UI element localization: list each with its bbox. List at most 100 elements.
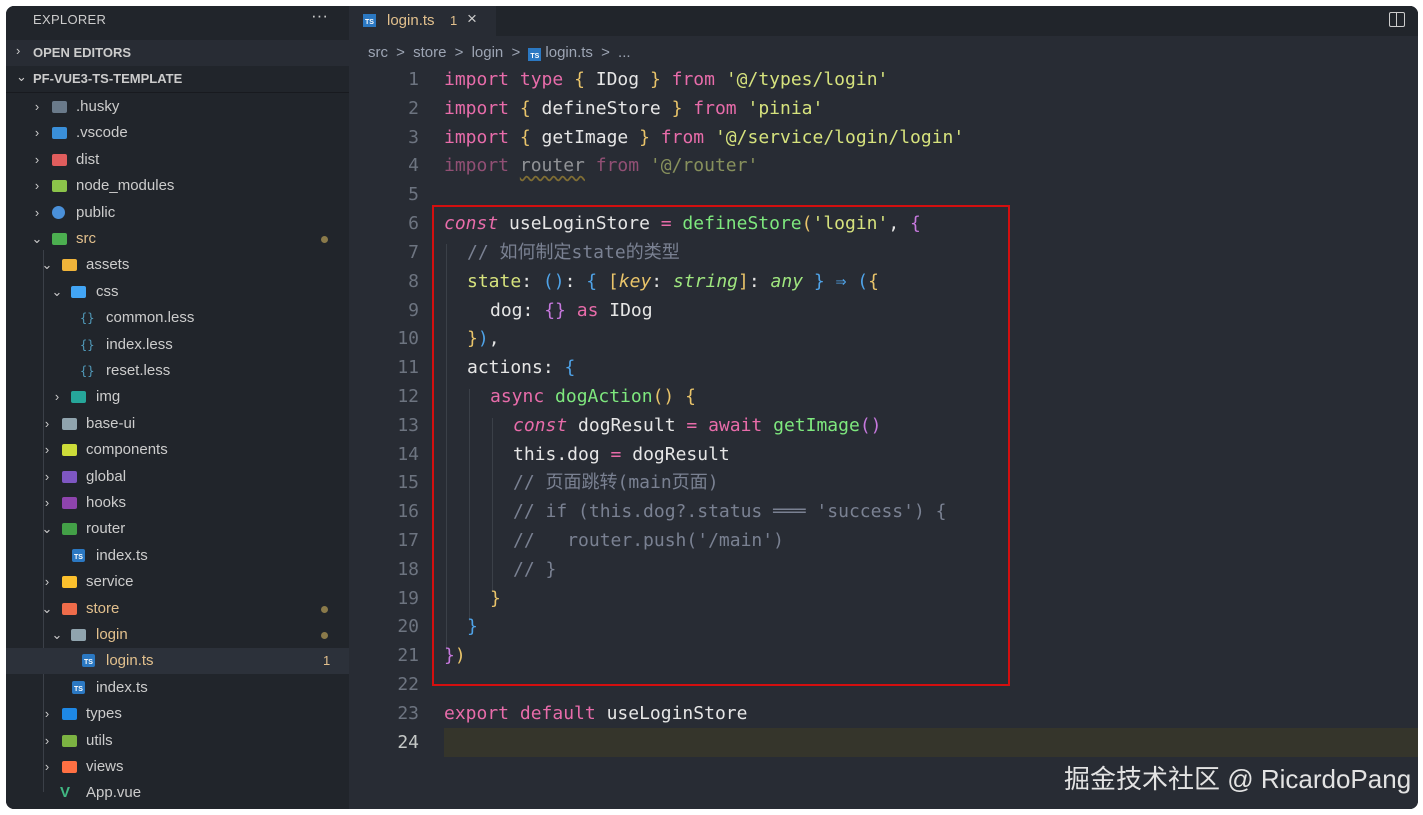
project-section[interactable]: ⌄ PF-VUE3-TS-TEMPLATE — [6, 66, 349, 93]
braces-icon: {} — [80, 311, 95, 325]
breadcrumb-separator: > — [601, 44, 610, 61]
tree-item-label: utils — [86, 732, 113, 749]
chevron-right-icon: › — [34, 99, 40, 114]
tree-item-app-vue[interactable]: V App.vue — [6, 780, 349, 806]
tree-item-assets[interactable]: ⌄ assets — [6, 252, 349, 278]
tree-item-label: .husky — [76, 98, 120, 115]
tree-item-login-folder[interactable]: ⌄ login — [6, 622, 349, 648]
line-number: 17 — [397, 530, 419, 551]
token: router — [519, 155, 585, 176]
token: import — [444, 155, 520, 176]
line-number: 19 — [397, 588, 419, 609]
explorer-title: EXPLORER — [33, 12, 107, 27]
tree-item-src[interactable]: ⌄ src — [6, 226, 349, 252]
tree-item-base-ui[interactable]: › base-ui — [6, 411, 349, 437]
folder-types-icon — [62, 708, 77, 720]
open-editors-label: OPEN EDITORS — [33, 45, 132, 60]
breadcrumb-item[interactable]: store — [413, 44, 446, 61]
token: useLoginStore — [595, 703, 748, 724]
tree-item-utils[interactable]: › utils — [6, 728, 349, 754]
tree-item-store-index-ts[interactable]: TS index.ts — [6, 675, 349, 701]
tree-item-hooks[interactable]: › hooks — [6, 490, 349, 516]
tab-login-ts[interactable]: TS login.ts 1 × — [349, 6, 496, 36]
folder-src-icon — [52, 233, 67, 245]
breadcrumb-item[interactable]: login.ts — [545, 44, 593, 61]
code-line[interactable]: import { getImage } from '@/service/logi… — [444, 123, 964, 152]
token: } — [671, 98, 683, 119]
line-number: 9 — [408, 300, 419, 321]
token: IDog — [584, 69, 650, 90]
code-line[interactable]: import router from '@/router' — [444, 151, 758, 180]
code-line[interactable]: export default useLoginStore — [444, 699, 747, 728]
tree-item-label: css — [96, 283, 119, 300]
tree-item-label: index.less — [106, 336, 173, 353]
tree-item-index-less[interactable]: {} index.less — [6, 332, 349, 358]
line-number: 3 — [408, 127, 419, 148]
split-editor-icon[interactable] — [1389, 12, 1405, 27]
tree-item-common-less[interactable]: {} common.less — [6, 305, 349, 331]
open-editors-section[interactable]: › OPEN EDITORS — [6, 40, 349, 66]
code-line[interactable]: import type { IDog } from '@/types/login… — [444, 65, 888, 94]
token: getImage — [530, 127, 640, 148]
folder-css-icon — [71, 286, 86, 298]
breadcrumb: src > store > login > TS login.ts > ... — [368, 44, 635, 61]
tree-item-vscode[interactable]: › .vscode — [6, 120, 349, 146]
tree-item-label: index.ts — [96, 547, 148, 564]
token: { — [509, 127, 531, 148]
line-number: 4 — [408, 155, 419, 176]
chevron-right-icon: › — [44, 495, 50, 510]
tree-item-types[interactable]: › types — [6, 701, 349, 727]
breadcrumb-item[interactable]: src — [368, 44, 388, 61]
tree-item-views[interactable]: › views — [6, 754, 349, 780]
line-number: 14 — [397, 444, 419, 465]
token: import — [444, 127, 510, 148]
tree-item-router-index-ts[interactable]: TS index.ts — [6, 543, 349, 569]
tree-item-img[interactable]: › img — [6, 384, 349, 410]
tree-item-public[interactable]: › public — [6, 200, 349, 226]
typescript-file-icon: TS — [363, 14, 376, 27]
tree-item-components[interactable]: › components — [6, 437, 349, 463]
folder-hooks-icon — [62, 497, 77, 509]
tree-item-husky[interactable]: › .husky — [6, 94, 349, 120]
tree-item-global[interactable]: › global — [6, 464, 349, 490]
token: import — [444, 69, 510, 90]
close-icon[interactable]: × — [467, 9, 477, 29]
more-actions-icon[interactable]: ··· — [311, 6, 328, 26]
line-number: 15 — [397, 472, 419, 493]
tree-item-service[interactable]: › service — [6, 569, 349, 595]
chevron-right-icon: › — [44, 574, 50, 589]
token: from — [649, 127, 715, 148]
chevron-down-icon: ⌄ — [16, 69, 27, 84]
token: default — [509, 703, 596, 724]
breadcrumb-item[interactable]: login — [472, 44, 504, 61]
tree-item-dist[interactable]: › dist — [6, 147, 349, 173]
tree-item-node-modules[interactable]: › node_modules — [6, 173, 349, 199]
tree-item-label: views — [86, 758, 124, 775]
folder-node-icon — [52, 180, 67, 192]
typescript-file-icon: TS — [528, 48, 542, 61]
typescript-file-icon: TS — [72, 549, 85, 562]
chevron-right-icon: › — [16, 43, 21, 58]
folder-icon — [62, 418, 77, 430]
code-line[interactable]: import { defineStore } from 'pinia' — [444, 94, 823, 123]
token: from — [682, 98, 748, 119]
tree-item-login-ts[interactable]: TS login.ts 1 — [6, 648, 349, 674]
tree-item-store[interactable]: ⌄ store — [6, 596, 349, 622]
tree-item-css[interactable]: ⌄ css — [6, 279, 349, 305]
chevron-right-icon: › — [54, 389, 60, 404]
tree-item-label: src — [76, 230, 96, 247]
current-line-highlight — [444, 728, 1418, 757]
chevron-right-icon: › — [44, 442, 50, 457]
line-number: 20 — [397, 616, 419, 637]
chevron-down-icon: ⌄ — [41, 257, 53, 272]
tree-item-reset-less[interactable]: {} reset.less — [6, 358, 349, 384]
folder-husky-icon — [52, 101, 67, 113]
globe-icon — [52, 206, 65, 219]
line-number: 24 — [397, 732, 419, 753]
chevron-right-icon: › — [44, 416, 50, 431]
breadcrumb-item[interactable]: ... — [618, 44, 631, 61]
folder-open-icon — [71, 629, 86, 641]
tree-item-router[interactable]: ⌄ router — [6, 516, 349, 542]
problem-count-badge: 1 — [323, 653, 331, 668]
tree-item-label: node_modules — [76, 177, 175, 194]
